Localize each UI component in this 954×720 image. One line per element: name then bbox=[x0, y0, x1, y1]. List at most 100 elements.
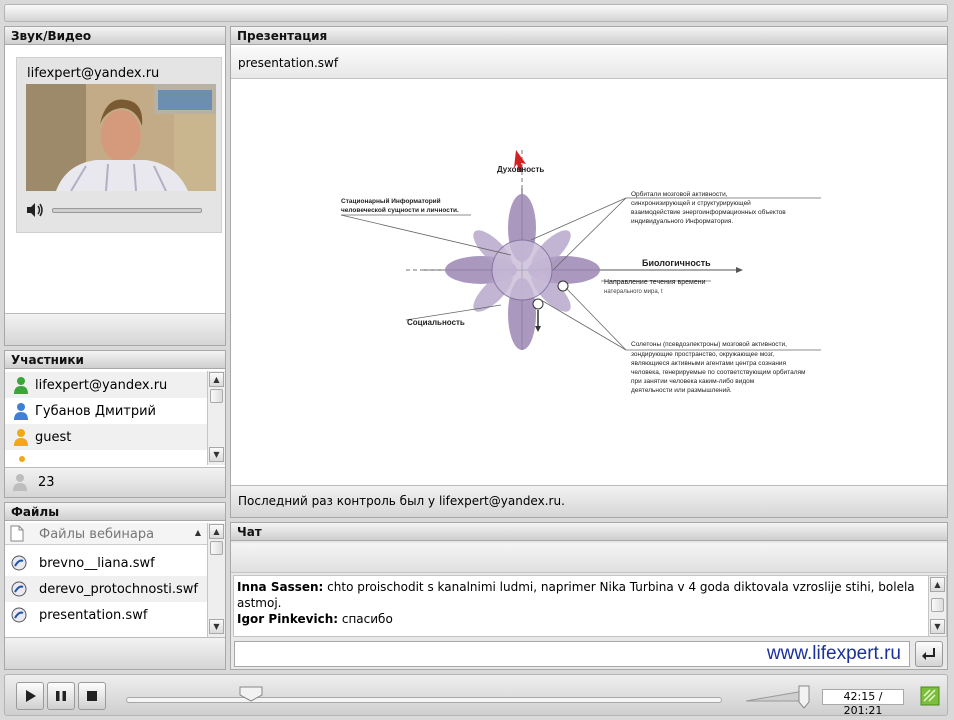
sort-up-icon[interactable]: ▲ bbox=[195, 528, 201, 537]
chat-author: Inna Sassen: bbox=[237, 580, 324, 594]
file-row[interactable]: derevo_protochnosti.swf bbox=[5, 576, 207, 602]
slide-diagram: Духовность Биологичность Социальность Ст… bbox=[340, 150, 821, 394]
video-box: lifexpert@yandex.ru bbox=[16, 57, 222, 233]
participants-footer: 23 bbox=[5, 467, 225, 497]
file-name: brevno__liana.swf bbox=[39, 556, 155, 571]
play-button[interactable] bbox=[16, 682, 44, 710]
files-header-row[interactable]: Файлы вебинара ▲ bbox=[5, 523, 207, 545]
volume-wedge[interactable] bbox=[745, 688, 806, 702]
fullscreen-icon[interactable] bbox=[920, 686, 940, 706]
diagram-orbitals-2: синхронизирующей и структурирующей bbox=[631, 199, 751, 207]
chat-panel: Чат Inna Sassen: chto proischodit s kana… bbox=[230, 522, 948, 670]
chat-scrollbar[interactable]: ▲ ▼ bbox=[928, 576, 946, 636]
av-panel-footer bbox=[5, 313, 225, 345]
file-row[interactable]: brevno__liana.swf bbox=[5, 550, 207, 576]
diagram-soletons-4: человека, генерируемые по соответствующи… bbox=[631, 368, 806, 376]
pause-icon bbox=[56, 691, 66, 701]
file-row[interactable]: presentation.swf bbox=[5, 602, 207, 628]
scroll-up-icon[interactable]: ▲ bbox=[209, 524, 224, 539]
participant-row[interactable]: Губанов Дмитрий bbox=[5, 398, 207, 424]
swf-file-icon bbox=[11, 581, 27, 597]
scroll-thumb[interactable] bbox=[931, 598, 944, 612]
diagram-soletons-2: зондирующие пространство, окружающее моз… bbox=[631, 351, 774, 358]
scroll-down-icon[interactable]: ▼ bbox=[930, 619, 945, 634]
swf-file-icon bbox=[11, 555, 27, 571]
swf-file-icon bbox=[11, 607, 27, 623]
diagram-orbitals-3: взаимодействие энергоинформационных объе… bbox=[631, 208, 786, 216]
files-list: Файлы вебинара ▲ brevno__liana.swf derev… bbox=[5, 523, 225, 637]
last-control-text: Последний раз контроль был у lifexpert@y… bbox=[238, 494, 565, 508]
chat-text: chto proischodit s kanalnimi ludmi, napr… bbox=[237, 580, 915, 610]
video-username: lifexpert@yandex.ru bbox=[27, 66, 160, 81]
presentation-filename: presentation.swf bbox=[238, 56, 339, 70]
scroll-thumb[interactable] bbox=[210, 389, 223, 403]
diagram-orbitals-4: индивидуального Информатория. bbox=[631, 218, 733, 225]
stop-button[interactable] bbox=[78, 682, 106, 710]
enter-icon bbox=[922, 648, 935, 660]
document-icon bbox=[10, 525, 24, 542]
participants-list: lifexpert@yandex.ru Губанов Дмитрий gues… bbox=[5, 371, 225, 465]
user-icon bbox=[14, 377, 28, 394]
volume-slider[interactable] bbox=[52, 208, 202, 213]
volume-thumb[interactable] bbox=[798, 685, 810, 709]
av-panel-title: Звук/Видео bbox=[5, 27, 225, 45]
speaker-icon[interactable] bbox=[25, 202, 45, 218]
file-name: derevo_protochnosti.swf bbox=[39, 582, 198, 597]
diagram-orbitals-1: Орбитали мозговой активности, bbox=[631, 190, 728, 198]
participant-row[interactable]: lifexpert@yandex.ru bbox=[5, 372, 207, 398]
chat-message: Igor Pinkevich: спасибо bbox=[237, 611, 927, 627]
chat-toolbar bbox=[231, 543, 947, 573]
files-panel-title: Файлы bbox=[5, 503, 225, 521]
progress-thumb[interactable] bbox=[239, 686, 263, 702]
stop-icon bbox=[87, 691, 97, 701]
time-display: 42:15 / 201:21 bbox=[822, 689, 904, 717]
scroll-thumb[interactable] bbox=[210, 541, 223, 555]
participant-row[interactable]: guest bbox=[5, 424, 207, 450]
scroll-down-icon[interactable]: ▼ bbox=[209, 619, 224, 634]
chat-message: Inna Sassen: chto proischodit s kanalnim… bbox=[237, 579, 927, 611]
diagram-left-title-1: Стационарный Информаторий bbox=[341, 197, 441, 205]
top-bar bbox=[4, 4, 948, 22]
presentation-panel-title: Презентация bbox=[231, 27, 947, 45]
diagram-label-top: Духовность bbox=[497, 165, 544, 174]
user-icon bbox=[14, 429, 28, 446]
user-icon bbox=[14, 403, 28, 420]
file-name: presentation.swf bbox=[39, 608, 148, 623]
diagram-soletons-1: Солетоны (псевдоэлектроны) мозговой акти… bbox=[631, 340, 787, 348]
scroll-up-icon[interactable]: ▲ bbox=[930, 577, 945, 592]
av-panel: Звук/Видео lifexpert@yandex.ru bbox=[4, 26, 226, 346]
watermark-text: www.lifexpert.ru bbox=[766, 643, 901, 664]
chat-messages: Inna Sassen: chto proischodit s kanalnim… bbox=[233, 575, 947, 637]
user-count-icon bbox=[13, 474, 27, 491]
diagram-label-right: Биологичность bbox=[642, 258, 711, 268]
files-scrollbar[interactable]: ▲ ▼ bbox=[207, 523, 225, 637]
presentation-filename-bar: presentation.swf bbox=[231, 47, 947, 79]
pause-button[interactable] bbox=[47, 682, 75, 710]
participant-row-partial-icon bbox=[19, 456, 25, 462]
chat-panel-title: Чат bbox=[231, 523, 947, 541]
diagram-label-bottom: Социальность bbox=[407, 318, 465, 327]
chat-text: спасибо bbox=[338, 612, 393, 626]
play-icon bbox=[26, 690, 36, 702]
diagram-soletons-5: при занятии человека каким-либо видом bbox=[631, 377, 755, 385]
diagram-soletons-3: являющиеся активными агентами центра соз… bbox=[631, 360, 787, 367]
diagram-time-2: натерального мира, t bbox=[604, 289, 663, 295]
diagram-time-1: Направление течения времени bbox=[604, 279, 706, 286]
webcam-video bbox=[26, 84, 216, 191]
files-header-label: Файлы вебинара bbox=[39, 527, 155, 542]
send-button[interactable] bbox=[915, 641, 943, 667]
chat-input[interactable]: www.lifexpert.ru bbox=[234, 641, 910, 667]
diagram-left-title-2: человеческой сущности и личности. bbox=[341, 206, 459, 214]
participant-name: Губанов Дмитрий bbox=[35, 404, 156, 419]
chat-author: Igor Pinkevich: bbox=[237, 612, 339, 626]
files-panel: Файлы Файлы вебинара ▲ brevno__liana.swf… bbox=[4, 502, 226, 670]
scroll-down-icon[interactable]: ▼ bbox=[209, 447, 224, 462]
files-footer bbox=[5, 637, 225, 669]
presentation-status-bar: Последний раз контроль был у lifexpert@y… bbox=[231, 485, 947, 517]
participants-panel: Участники lifexpert@yandex.ru Губанов Дм… bbox=[4, 350, 226, 498]
scroll-up-icon[interactable]: ▲ bbox=[209, 372, 224, 387]
diagram-soletons-6: деятельности или размышлений. bbox=[631, 386, 732, 394]
participants-scrollbar[interactable]: ▲ ▼ bbox=[207, 371, 225, 465]
slide-canvas: Духовность Биологичность Социальность Ст… bbox=[231, 80, 947, 484]
progress-track[interactable] bbox=[126, 697, 722, 703]
